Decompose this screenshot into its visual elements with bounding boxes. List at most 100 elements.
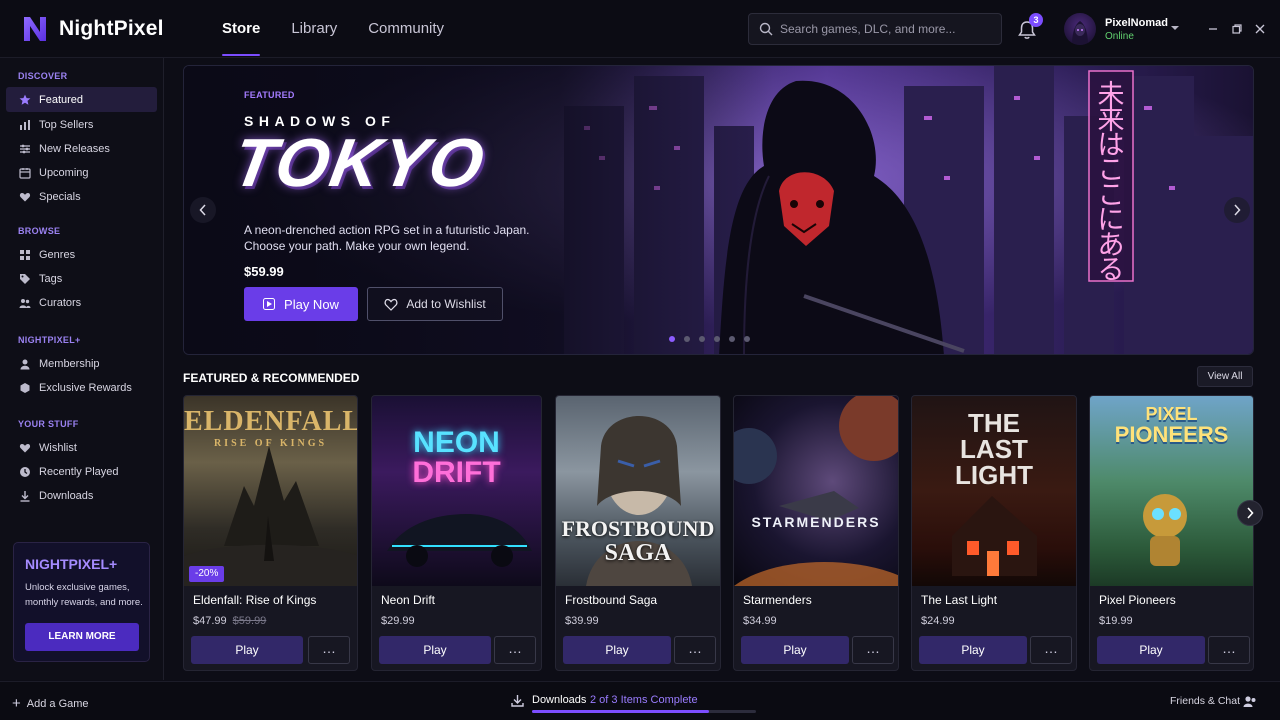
game-card-frostbound-saga[interactable]: FROSTBOUND SAGA Frostbound Saga $39.99 P… <box>555 395 721 671</box>
more-options-button[interactable]: … <box>674 636 716 664</box>
carousel-dots <box>669 336 759 342</box>
carousel-dot[interactable] <box>744 336 750 342</box>
bar-chart-icon <box>20 119 30 130</box>
restore-icon[interactable] <box>1231 23 1243 35</box>
sidebar-item-recently-played[interactable]: Recently Played <box>6 459 157 484</box>
view-all-button[interactable]: View All <box>1197 366 1253 387</box>
sidebar-item-label: Genres <box>39 248 76 261</box>
play-button[interactable]: Play <box>1097 636 1205 664</box>
sidebar-item-tags[interactable]: Tags <box>6 266 157 291</box>
hero-description: A neon-drenched action RPG set in a futu… <box>244 223 530 253</box>
avatar[interactable] <box>1064 13 1096 45</box>
hero-title: TOKYO <box>227 125 492 201</box>
cover-subtitle: SAGA <box>604 540 672 566</box>
carousel-dot[interactable] <box>714 336 720 342</box>
tab-store[interactable]: Store <box>222 0 261 58</box>
play-icon <box>263 298 276 310</box>
play-button[interactable]: Play <box>741 636 849 664</box>
sidebar-item-exclusive-rewards[interactable]: Exclusive Rewards <box>6 375 157 400</box>
play-button[interactable]: Play <box>191 636 303 664</box>
friends-chat-button[interactable]: Friends & Chat <box>1170 695 1240 707</box>
sidebar-item-label: Top Sellers <box>39 118 94 131</box>
logo[interactable]: NightPixel <box>22 15 164 43</box>
sidebar-item-featured[interactable]: Featured <box>6 87 157 112</box>
sidebar-item-downloads[interactable]: Downloads <box>6 483 157 508</box>
game-title: Neon Drift <box>381 593 436 607</box>
game-price: $39.99 <box>565 615 599 627</box>
sale-price: $47.99 <box>193 615 227 627</box>
membership-promo: NIGHTPIXEL+ Unlock exclusive games, mont… <box>13 542 150 662</box>
hero-price: $59.99 <box>244 264 284 279</box>
more-options-button[interactable]: … <box>494 636 536 664</box>
sidebar-item-specials[interactable]: Specials <box>6 184 157 209</box>
carousel-dot[interactable] <box>684 336 690 342</box>
sidebar-heading-nightpixel-plus: NIGHTPIXEL+ <box>18 335 81 345</box>
game-card-starmenders[interactable]: STARMENDERS Starmenders $34.99 Play … <box>733 395 899 671</box>
sidebar: DISCOVER Featured Top Sellers New Releas… <box>0 58 164 680</box>
play-now-button[interactable]: Play Now <box>244 287 358 321</box>
chevron-down-icon[interactable] <box>1170 24 1180 32</box>
download-icon <box>20 490 30 502</box>
learn-more-button[interactable]: LEARN MORE <box>25 623 139 651</box>
sidebar-heading-your-stuff: YOUR STUFF <box>18 419 79 429</box>
download-progress-fill <box>532 710 709 713</box>
game-cover: PIXEL PIONEERS <box>1090 396 1253 586</box>
minimize-icon[interactable] <box>1207 23 1219 35</box>
play-button[interactable]: Play <box>379 636 491 664</box>
sidebar-item-curators[interactable]: Curators <box>6 290 157 315</box>
game-card-eldenfall[interactable]: ELDENFALL RISE OF KINGS -20% Eldenfall: … <box>183 395 358 671</box>
carousel-dot[interactable] <box>699 336 705 342</box>
star-icon <box>19 94 31 105</box>
more-options-button[interactable]: … <box>308 636 350 664</box>
top-bar: NightPixel Store Library Community 3 Pix… <box>0 0 1280 58</box>
sidebar-item-label: Featured <box>39 93 84 106</box>
more-options-button[interactable]: … <box>852 636 894 664</box>
tab-community[interactable]: Community <box>368 0 444 58</box>
cover-title: ELDENFALL <box>184 406 357 437</box>
sliders-icon <box>20 144 30 153</box>
game-price: $29.99 <box>381 615 415 627</box>
game-card-the-last-light[interactable]: THE LAST LIGHT The Last Light $24.99 Pla… <box>911 395 1077 671</box>
sidebar-item-genres[interactable]: Genres <box>6 242 157 267</box>
carousel-dot[interactable] <box>669 336 675 342</box>
hero-prev-button[interactable] <box>190 197 216 223</box>
tab-library[interactable]: Library <box>291 0 337 58</box>
add-to-wishlist-button[interactable]: Add to Wishlist <box>367 287 503 321</box>
downloads-label[interactable]: Downloads <box>532 694 586 706</box>
heart-outline-icon <box>384 298 398 311</box>
sidebar-item-label: Recently Played <box>39 465 119 478</box>
sidebar-item-new-releases[interactable]: New Releases <box>6 136 157 161</box>
hero-next-button[interactable] <box>1224 197 1250 223</box>
app-window: NightPixel Store Library Community 3 Pix… <box>0 0 1280 720</box>
sidebar-item-membership[interactable]: Membership <box>6 351 157 376</box>
game-cover: NEON DRIFT <box>372 396 541 586</box>
close-icon[interactable] <box>1254 23 1266 35</box>
play-button[interactable]: Play <box>919 636 1027 664</box>
play-button[interactable]: Play <box>563 636 671 664</box>
play-now-label: Play Now <box>284 296 339 312</box>
sidebar-item-upcoming[interactable]: Upcoming <box>6 160 157 185</box>
more-options-button[interactable]: … <box>1030 636 1072 664</box>
add-game-button[interactable]: + Add a Game <box>12 695 89 712</box>
game-card-pixel-pioneers[interactable]: PIXEL PIONEERS Pixel Pioneers $19.99 Pla… <box>1089 395 1254 671</box>
chat-icon[interactable] <box>1243 695 1257 708</box>
more-options-button[interactable]: … <box>1208 636 1250 664</box>
clock-icon <box>20 466 30 477</box>
avatar-image <box>1072 21 1088 45</box>
main-nav: Store Library Community <box>222 0 475 58</box>
people-icon <box>19 298 31 308</box>
search-box <box>748 13 1002 45</box>
carousel-dot[interactable] <box>729 336 735 342</box>
game-price: $47.99 $59.99 <box>193 615 266 627</box>
game-title: Eldenfall: Rise of Kings <box>193 593 317 607</box>
search-input[interactable] <box>780 14 995 44</box>
sidebar-item-wishlist[interactable]: Wishlist <box>6 435 157 460</box>
featured-hero-banner: 未来はここにある FEATURED SHADOWS OF TOKYO A neo… <box>183 65 1254 355</box>
tag-icon <box>20 273 30 284</box>
discount-badge: -20% <box>189 566 225 582</box>
download-icon[interactable] <box>511 694 524 707</box>
carousel-next-button[interactable] <box>1237 500 1263 526</box>
sidebar-item-top-sellers[interactable]: Top Sellers <box>6 112 157 137</box>
game-card-neon-drift[interactable]: NEON DRIFT Neon Drift $29.99 Play … <box>371 395 542 671</box>
user-status: Online <box>1105 31 1134 42</box>
